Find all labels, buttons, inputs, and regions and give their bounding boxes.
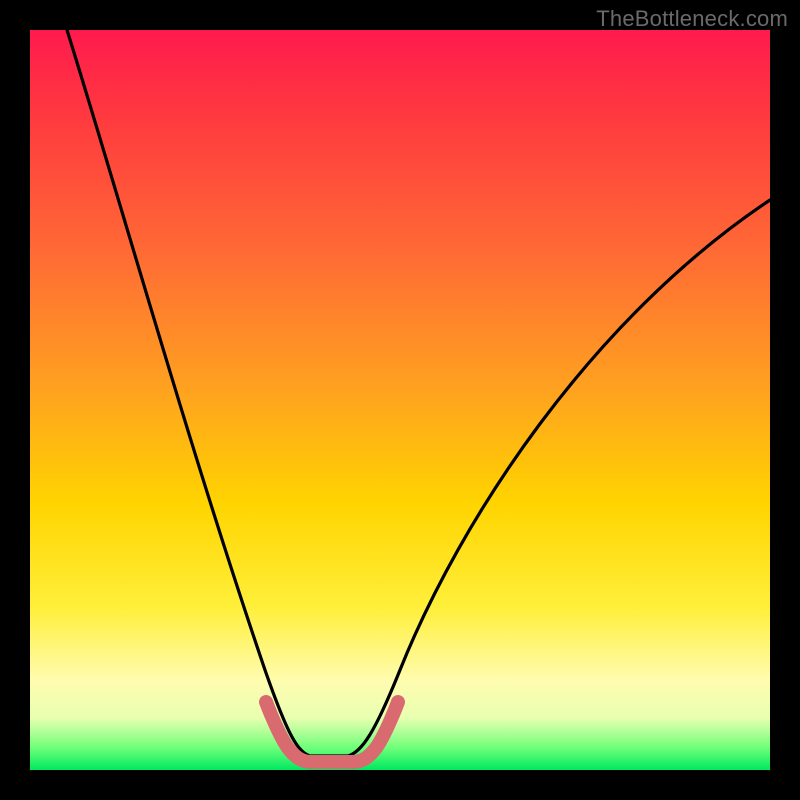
plot-area	[30, 30, 770, 770]
chart-frame: TheBottleneck.com	[0, 0, 800, 800]
bottleneck-curve	[67, 30, 770, 756]
watermark-text: TheBottleneck.com	[596, 6, 788, 32]
curve-layer	[30, 30, 770, 770]
optimal-bracket	[266, 702, 398, 762]
